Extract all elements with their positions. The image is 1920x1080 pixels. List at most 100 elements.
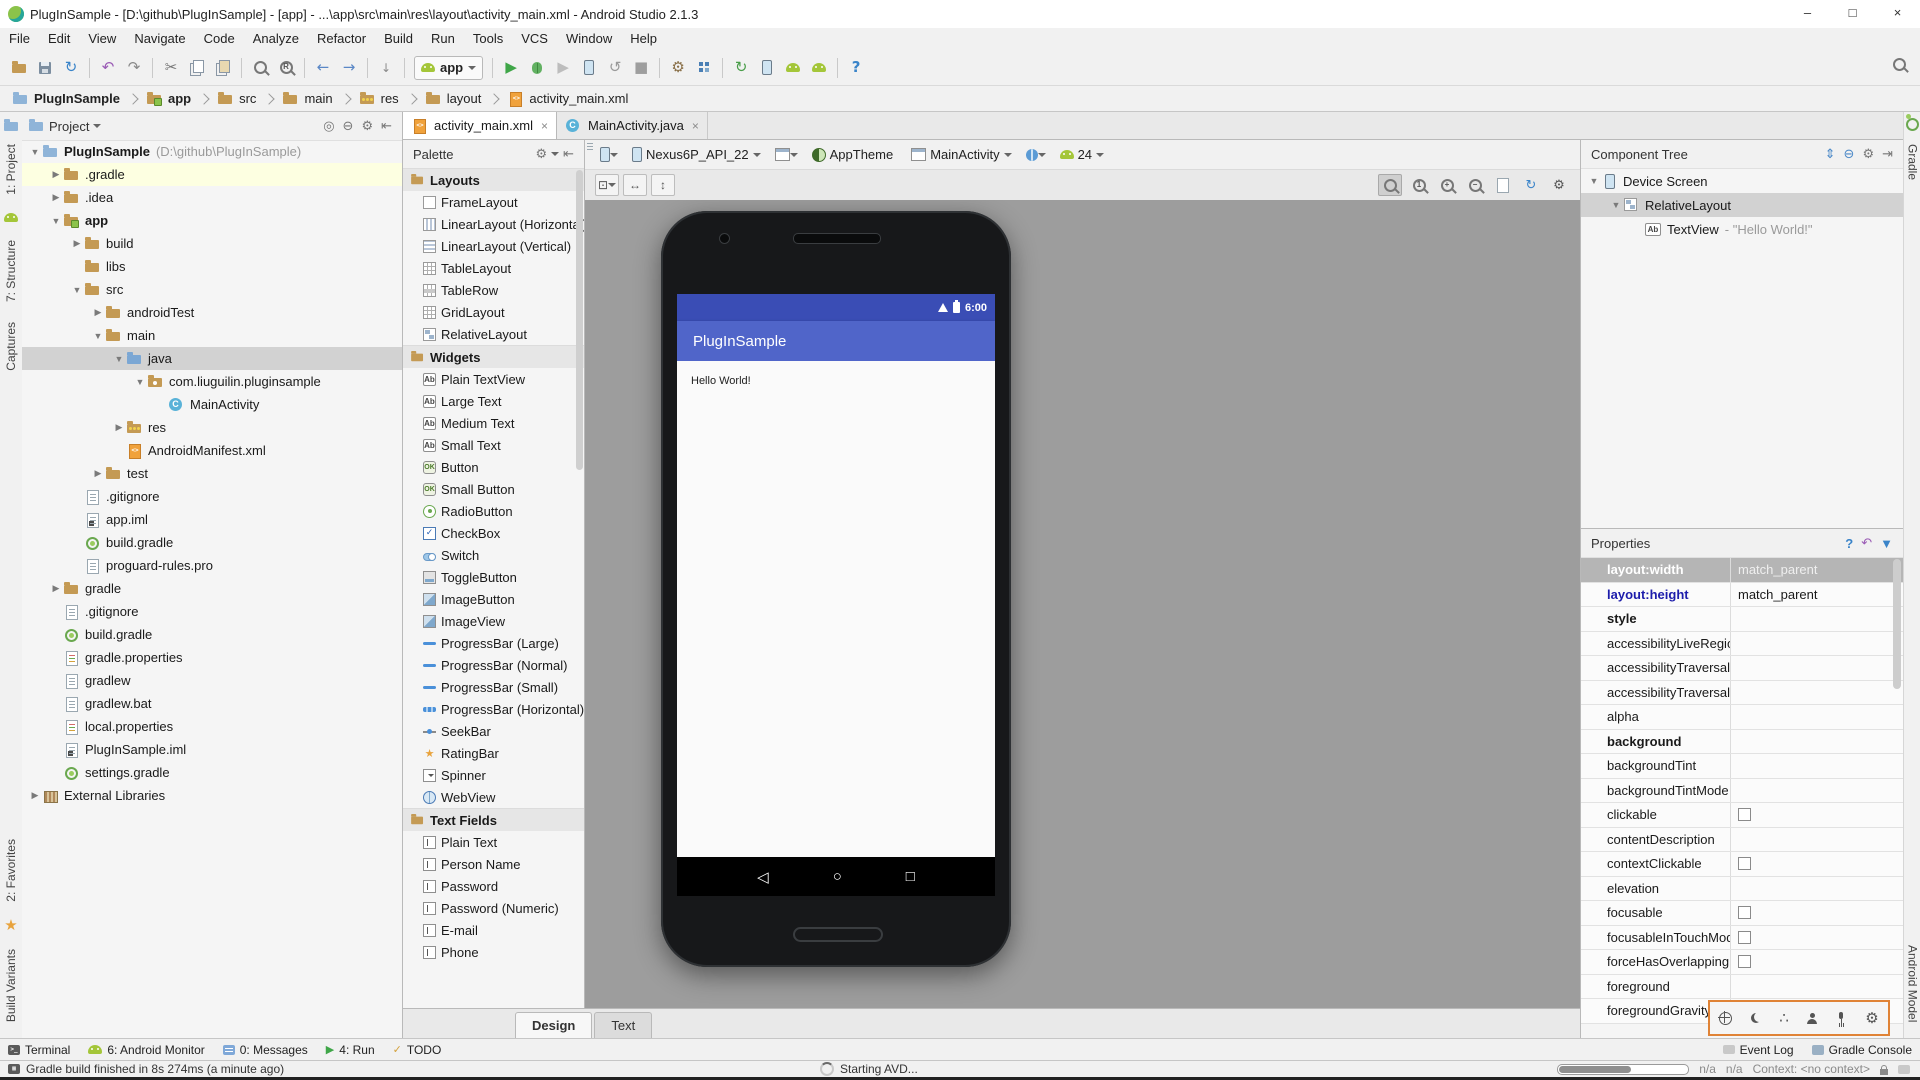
scroll-from-source-icon[interactable]: ◎	[323, 118, 334, 134]
gear-icon[interactable]: ⚙	[361, 118, 373, 134]
restart-icon[interactable]: ↺	[602, 56, 628, 80]
gradle-sync-icon[interactable]: ↻	[728, 56, 754, 80]
palette-section-layouts[interactable]: Layouts	[403, 168, 584, 191]
virtual-device-dropdown[interactable]: Nexus6P_API_22	[625, 143, 768, 167]
palette-item-togglebutton[interactable]: ToggleButton	[403, 566, 584, 588]
stop-icon[interactable]: ■	[628, 56, 654, 80]
sdk-manager-icon[interactable]	[780, 56, 806, 80]
checkbox[interactable]	[1738, 906, 1751, 920]
breadcrumb-item-res[interactable]: res	[357, 86, 401, 112]
palette-item-framelayout[interactable]: FrameLayout	[403, 191, 584, 213]
palette-item-ratingbar[interactable]: ★ RatingBar	[403, 742, 584, 764]
collapse-all-icon[interactable]: ⊖	[343, 118, 354, 134]
palette-item-gridlayout[interactable]: GridLayout	[403, 301, 584, 323]
property-row-alpha[interactable]: alpha	[1581, 705, 1903, 730]
tree-item-settings-gradle[interactable]: settings.gradle	[22, 761, 402, 784]
property-value[interactable]	[1731, 926, 1903, 950]
property-row-accessibilitytraversalbefore[interactable]: accessibilityTraversalBefore	[1581, 680, 1903, 705]
expand-all-icon[interactable]: ⇕	[1825, 146, 1836, 162]
property-value[interactable]	[1731, 754, 1903, 778]
filter-icon[interactable]: ▼	[1880, 536, 1893, 551]
tree-item--gitignore[interactable]: .gitignore	[22, 485, 402, 508]
property-row-foreground[interactable]: foreground	[1581, 974, 1903, 999]
settings-icon[interactable]: ⚙	[665, 56, 691, 80]
zoom-out-icon[interactable]: −	[1464, 175, 1486, 195]
palette-item-button[interactable]: OK Button	[403, 456, 584, 478]
menu-run[interactable]: Run	[422, 28, 464, 50]
palette-item-e-mail[interactable]: E-mail	[403, 919, 584, 941]
strip-tab-1-project[interactable]: 1: Project	[4, 144, 18, 195]
sync-icon[interactable]: ↻	[58, 56, 84, 80]
undo-icon[interactable]: ↶	[95, 56, 121, 80]
fit-width-button[interactable]: ↔	[623, 174, 647, 196]
dots-icon[interactable]: ∴	[1779, 1010, 1789, 1026]
render-options-gear-icon[interactable]: ⚙	[1548, 175, 1570, 195]
redo-icon[interactable]: ↷	[121, 56, 147, 80]
tree-item-gradlew-bat[interactable]: gradlew.bat	[22, 692, 402, 715]
expanded-arrow-icon[interactable]: ▼	[91, 331, 105, 341]
collapsed-arrow-icon[interactable]: ▶	[49, 192, 63, 203]
forward-icon[interactable]: →	[336, 56, 362, 80]
breadcrumb-item-activity_main.xml[interactable]: activity_main.xml	[505, 86, 630, 112]
debug-icon[interactable]	[524, 56, 550, 80]
property-row-focusableintouchmode[interactable]: focusableInTouchMode	[1581, 925, 1903, 950]
save-icon[interactable]	[32, 56, 58, 80]
crosshair-icon[interactable]	[1718, 1010, 1733, 1025]
collapsed-arrow-icon[interactable]: ▶	[91, 307, 105, 318]
palette-item-phone[interactable]: Phone	[403, 941, 584, 963]
property-row-accessibilityliveregion[interactable]: accessibilityLiveRegion	[1581, 631, 1903, 656]
zoom-actual-icon[interactable]: 1	[1408, 175, 1430, 195]
refresh-icon[interactable]: ↻	[1520, 175, 1542, 195]
checkbox[interactable]	[1738, 808, 1751, 822]
property-value[interactable]: match_parent	[1731, 558, 1903, 582]
component-relativelayout[interactable]: ▼ RelativeLayout	[1581, 193, 1903, 217]
mic-icon[interactable]	[1836, 1012, 1847, 1024]
palette-item-tablerow[interactable]: TableRow	[403, 279, 584, 301]
property-value[interactable]	[1731, 656, 1903, 680]
property-row-layout-height[interactable]: layout:height match_parent	[1581, 582, 1903, 607]
project-view-dropdown-icon[interactable]	[93, 124, 102, 132]
toolwindow-button-4-run[interactable]: ▶ 4: Run	[326, 1043, 375, 1057]
tree-item-mainactivity[interactable]: C MainActivity	[22, 393, 402, 416]
close-button[interactable]: ×	[1875, 0, 1920, 28]
zoom-to-fit-button[interactable]: ⊡	[595, 174, 619, 196]
tree-item--idea[interactable]: ▶ .idea	[22, 186, 402, 209]
palette-item-imagebutton[interactable]: ImageButton	[403, 588, 584, 610]
strip-tab-android-model[interactable]: Android Model	[1906, 945, 1920, 1022]
toolwindow-button-6-android-monitor[interactable]: 6: Android Monitor	[88, 1043, 205, 1057]
tree-item--gradle[interactable]: ▶ .gradle	[22, 163, 402, 186]
tree-item-libs[interactable]: libs	[22, 255, 402, 278]
gear-icon[interactable]: ⚙	[535, 146, 547, 162]
tree-item-external-libraries[interactable]: ▶ External Libraries	[22, 784, 402, 807]
menu-build[interactable]: Build	[375, 28, 422, 50]
palette-item-progressbar-large-[interactable]: ProgressBar (Large)	[403, 632, 584, 654]
palette-item-plain-text[interactable]: Plain Text	[403, 831, 584, 853]
strip-tab-captures[interactable]: Captures	[4, 322, 18, 371]
theme-selector[interactable]: AppTheme	[805, 143, 905, 167]
tree-item-pluginsample[interactable]: ▼ PlugInSample (D:\github\PlugInSample)	[22, 140, 402, 163]
palette-item-progressbar-normal-[interactable]: ProgressBar (Normal)	[403, 654, 584, 676]
expanded-arrow-icon[interactable]: ▼	[112, 354, 126, 364]
property-value[interactable]	[1731, 950, 1903, 974]
tree-item-gradlew[interactable]: gradlew	[22, 669, 402, 692]
property-row-forcehasoverlappingrendering[interactable]: forceHasOverlappingRendering	[1581, 950, 1903, 975]
close-tab-icon[interactable]: ×	[541, 119, 548, 133]
moon-icon[interactable]	[1751, 1013, 1761, 1023]
preview-textview[interactable]: Hello World!	[691, 375, 751, 387]
property-row-backgroundtint[interactable]: backgroundTint	[1581, 754, 1903, 779]
collapsed-arrow-icon[interactable]: ▶	[28, 790, 42, 801]
maximize-button[interactable]: □	[1830, 0, 1875, 28]
tree-item-app[interactable]: ▼ app	[22, 209, 402, 232]
component-textview[interactable]: Ab TextView - "Hello World!"	[1581, 217, 1903, 241]
property-value[interactable]	[1731, 607, 1903, 631]
design-canvas[interactable]: 6:00 PlugInSample Hello World! ◁ ○ □	[585, 200, 1580, 1008]
close-tab-icon[interactable]: ×	[692, 119, 699, 133]
lock-icon[interactable]	[1880, 1064, 1888, 1075]
avd-manager-icon[interactable]	[754, 56, 780, 80]
palette-item-webview[interactable]: WebView	[403, 786, 584, 808]
api-version-dropdown[interactable]: 24	[1053, 143, 1111, 167]
hide-panel-icon[interactable]: ⇤	[381, 118, 392, 134]
palette-item-spinner[interactable]: Spinner	[403, 764, 584, 786]
strip-tab-build-variants[interactable]: Build Variants	[4, 949, 18, 1022]
palette-item-medium-text[interactable]: Ab Medium Text	[403, 412, 584, 434]
